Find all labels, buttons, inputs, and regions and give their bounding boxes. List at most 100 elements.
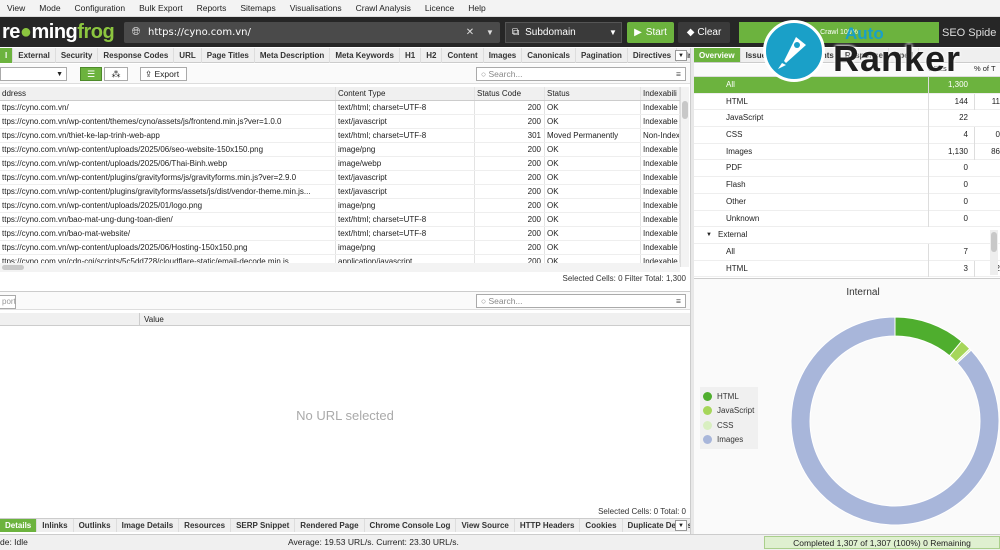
url-text[interactable]: https://cyno.com.vn/ xyxy=(148,27,460,38)
tab-response-codes[interactable]: Response Codes xyxy=(98,47,175,63)
tab-meta-description[interactable]: Meta Description xyxy=(255,47,331,63)
lower-export-button[interactable]: port xyxy=(0,295,16,309)
tab-meta-keywords[interactable]: Meta Keywords xyxy=(330,47,400,63)
tab-outlinks[interactable]: Outlinks xyxy=(74,519,117,532)
menu-item-crawl-analysis[interactable]: Crawl Analysis xyxy=(349,3,418,13)
crawl-mode-select[interactable]: ⧉ Subdomain ▼ xyxy=(505,22,622,43)
column-header[interactable]: Indexabili xyxy=(641,87,680,100)
tab-pagination[interactable]: Pagination xyxy=(576,47,628,63)
table-row[interactable]: ttps://cyno.com.vn/wp-content/uploads/20… xyxy=(0,199,680,213)
name-column-header[interactable] xyxy=(0,313,140,326)
right-tab-overview[interactable]: Overview xyxy=(694,48,741,62)
tab-view-source[interactable]: View Source xyxy=(456,519,515,532)
overview-row[interactable]: PDF 0 xyxy=(694,160,1000,178)
table-cell: ttps://cyno.com.vn/ xyxy=(0,101,336,114)
overview-row[interactable]: Other 0 xyxy=(694,193,1000,211)
menu-item-reports[interactable]: Reports xyxy=(190,3,234,13)
table-row[interactable]: ttps://cyno.com.vn/wp-content/uploads/20… xyxy=(0,241,680,255)
menu-item-bulk-export[interactable]: Bulk Export xyxy=(132,3,189,13)
menu-item-mode[interactable]: Mode xyxy=(32,3,67,13)
table-row[interactable]: ttps://cyno.com.vn/thiet-ke-lap-trinh-we… xyxy=(0,129,680,143)
table-row[interactable]: ttps://cyno.com.vn/wp-content/uploads/20… xyxy=(0,157,680,171)
table-row[interactable]: ttps://cyno.com.vn/wp-content/uploads/20… xyxy=(0,143,680,157)
menu-item-sitemaps[interactable]: Sitemaps xyxy=(233,3,282,13)
table-cell: image/png xyxy=(336,199,475,212)
menu-item-licence[interactable]: Licence xyxy=(418,3,461,13)
overview-row[interactable]: Images 1,130 86 xyxy=(694,143,1000,161)
tab-canonicals[interactable]: Canonicals xyxy=(522,47,576,63)
tab-page-titles[interactable]: Page Titles xyxy=(202,47,255,63)
table-cell: Indexable xyxy=(641,157,680,170)
column-header[interactable]: Status xyxy=(545,87,641,100)
overview-row[interactable]: JavaScript 22 xyxy=(694,110,1000,128)
column-header[interactable]: ddress xyxy=(0,87,336,100)
eraser-icon: ◆ xyxy=(686,27,695,38)
table-cell: ttps://cyno.com.vn/bao-mat-website/ xyxy=(0,227,336,240)
menu-item-configuration[interactable]: Configuration xyxy=(68,3,133,13)
table-row[interactable]: ttps://cyno.com.vn/wp-content/themes/cyn… xyxy=(0,115,680,129)
filter-icon[interactable]: ≡ xyxy=(676,68,681,80)
tab-http-headers[interactable]: HTTP Headers xyxy=(515,519,581,532)
tree-view-button[interactable]: ⁂ xyxy=(104,67,128,81)
column-header[interactable]: Content Type xyxy=(336,87,475,100)
filter-select[interactable]: ▼ xyxy=(0,67,67,81)
overview-row-urls: 144 xyxy=(928,93,970,111)
overview-section-label: External xyxy=(718,230,748,240)
tab-content[interactable]: Content xyxy=(442,47,484,63)
list-view-button[interactable]: ☰ xyxy=(80,67,102,81)
tab-cookies[interactable]: Cookies xyxy=(580,519,623,532)
overview-scrollbar[interactable] xyxy=(976,230,1000,275)
tab-external[interactable]: External xyxy=(13,47,56,63)
menu-item-view[interactable]: View xyxy=(0,3,32,13)
table-row[interactable]: ttps://cyno.com.vn/bao-mat-website/text/… xyxy=(0,227,680,241)
more-tabs-icon[interactable]: ▼ xyxy=(675,520,687,531)
table-row[interactable]: ttps://cyno.com.vn/wp-content/plugins/gr… xyxy=(0,171,680,185)
overview-row-urls: 0 xyxy=(928,160,970,178)
menu-item-visualisations[interactable]: Visualisations xyxy=(283,3,349,13)
scroll-thumb[interactable] xyxy=(2,265,24,270)
menu-item-help[interactable]: Help xyxy=(461,3,492,13)
overview-row[interactable]: Flash 0 xyxy=(694,177,1000,194)
grid-horizontal-scrollbar[interactable] xyxy=(0,263,680,272)
table-cell: 200 xyxy=(475,157,545,170)
overview-row[interactable]: All 7 xyxy=(694,243,1000,261)
table-row[interactable]: ttps://cyno.com.vn/bao-mat-ung-dung-toan… xyxy=(0,213,680,227)
more-tabs-icon[interactable]: ▼ xyxy=(675,50,687,61)
tab-chrome-console-log[interactable]: Chrome Console Log xyxy=(365,519,457,532)
tab-images[interactable]: Images xyxy=(484,47,523,63)
tab-serp-snippet[interactable]: SERP Snippet xyxy=(231,519,296,532)
overview-row[interactable]: Unknown 0 xyxy=(694,210,1000,228)
expand-triangle-icon[interactable]: ▼ xyxy=(706,227,712,244)
tab-rendered-page[interactable]: Rendered Page xyxy=(295,519,365,532)
clear-button[interactable]: ◆ Clear xyxy=(678,22,730,43)
tab-l[interactable]: l xyxy=(0,47,14,63)
table-row[interactable]: ttps://cyno.com.vn/wp-content/plugins/gr… xyxy=(0,185,680,199)
lower-search-input[interactable]: ○ Search... ≡ xyxy=(476,294,686,308)
tab-resources[interactable]: Resources xyxy=(179,519,232,532)
url-input[interactable]: 🌐︎ https://cyno.com.vn/ ✕ ▼ xyxy=(124,22,500,43)
grid-vertical-scrollbar[interactable] xyxy=(680,87,689,267)
search-input[interactable]: ○ Search... ≡ xyxy=(476,67,686,81)
tab-url[interactable]: URL xyxy=(174,47,202,63)
tab-directives[interactable]: Directives xyxy=(628,47,678,63)
start-button[interactable]: ▶ Start xyxy=(627,22,674,43)
tab-h2[interactable]: H2 xyxy=(421,47,443,63)
value-column-header[interactable]: Value xyxy=(144,313,164,326)
url-dropdown-icon[interactable]: ▼ xyxy=(480,28,500,37)
chevron-down-icon: ▼ xyxy=(56,71,63,78)
tab-h1[interactable]: H1 xyxy=(400,47,422,63)
overview-row[interactable]: HTML 144 11 xyxy=(694,93,1000,111)
filter-icon[interactable]: ≡ xyxy=(676,295,681,307)
clear-url-icon[interactable]: ✕ xyxy=(460,27,480,38)
scroll-thumb[interactable] xyxy=(682,101,688,119)
column-header[interactable]: Status Code xyxy=(475,87,545,100)
tab-inlinks[interactable]: Inlinks xyxy=(37,519,74,532)
overview-row[interactable]: ▼ External xyxy=(694,227,1000,244)
tab-image-details[interactable]: Image Details xyxy=(117,519,180,532)
export-button[interactable]: ⇪ Export xyxy=(140,67,187,81)
tab-security[interactable]: Security xyxy=(56,47,99,63)
tab-details[interactable]: Details xyxy=(0,519,38,532)
table-row[interactable]: ttps://cyno.com.vn/text/html; charset=UT… xyxy=(0,101,680,115)
overview-row[interactable]: CSS 4 0 xyxy=(694,127,1000,144)
overview-row[interactable]: HTML342 xyxy=(694,260,1000,278)
